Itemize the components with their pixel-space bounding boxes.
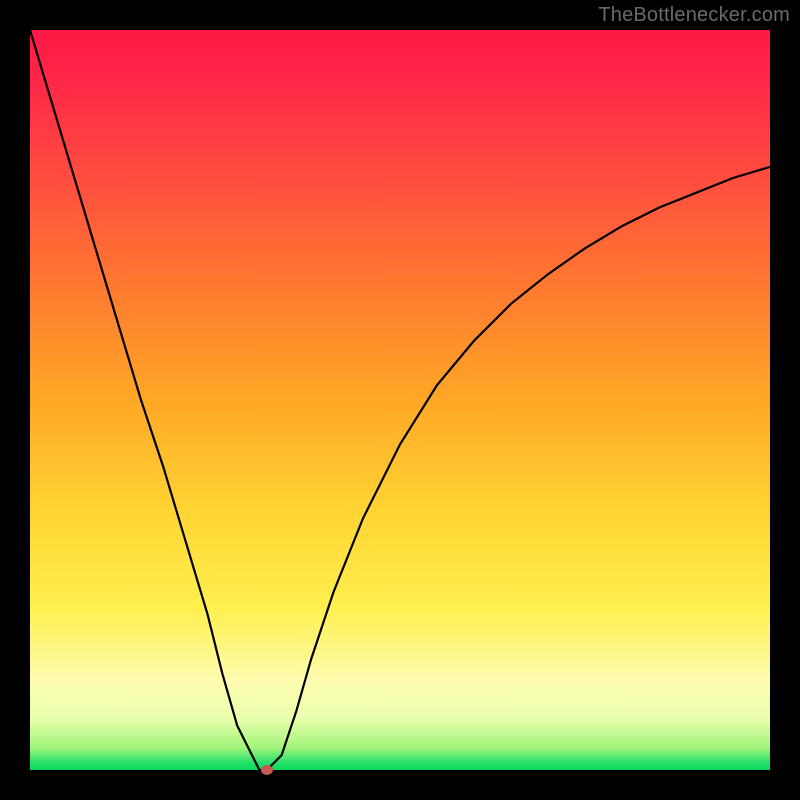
plot-area [30,30,770,770]
optimal-marker [261,765,273,775]
curve-path [30,30,770,770]
chart-frame: TheBottlenecker.com [0,0,800,800]
credit-text: TheBottlenecker.com [598,4,790,27]
bottleneck-curve [30,30,770,770]
